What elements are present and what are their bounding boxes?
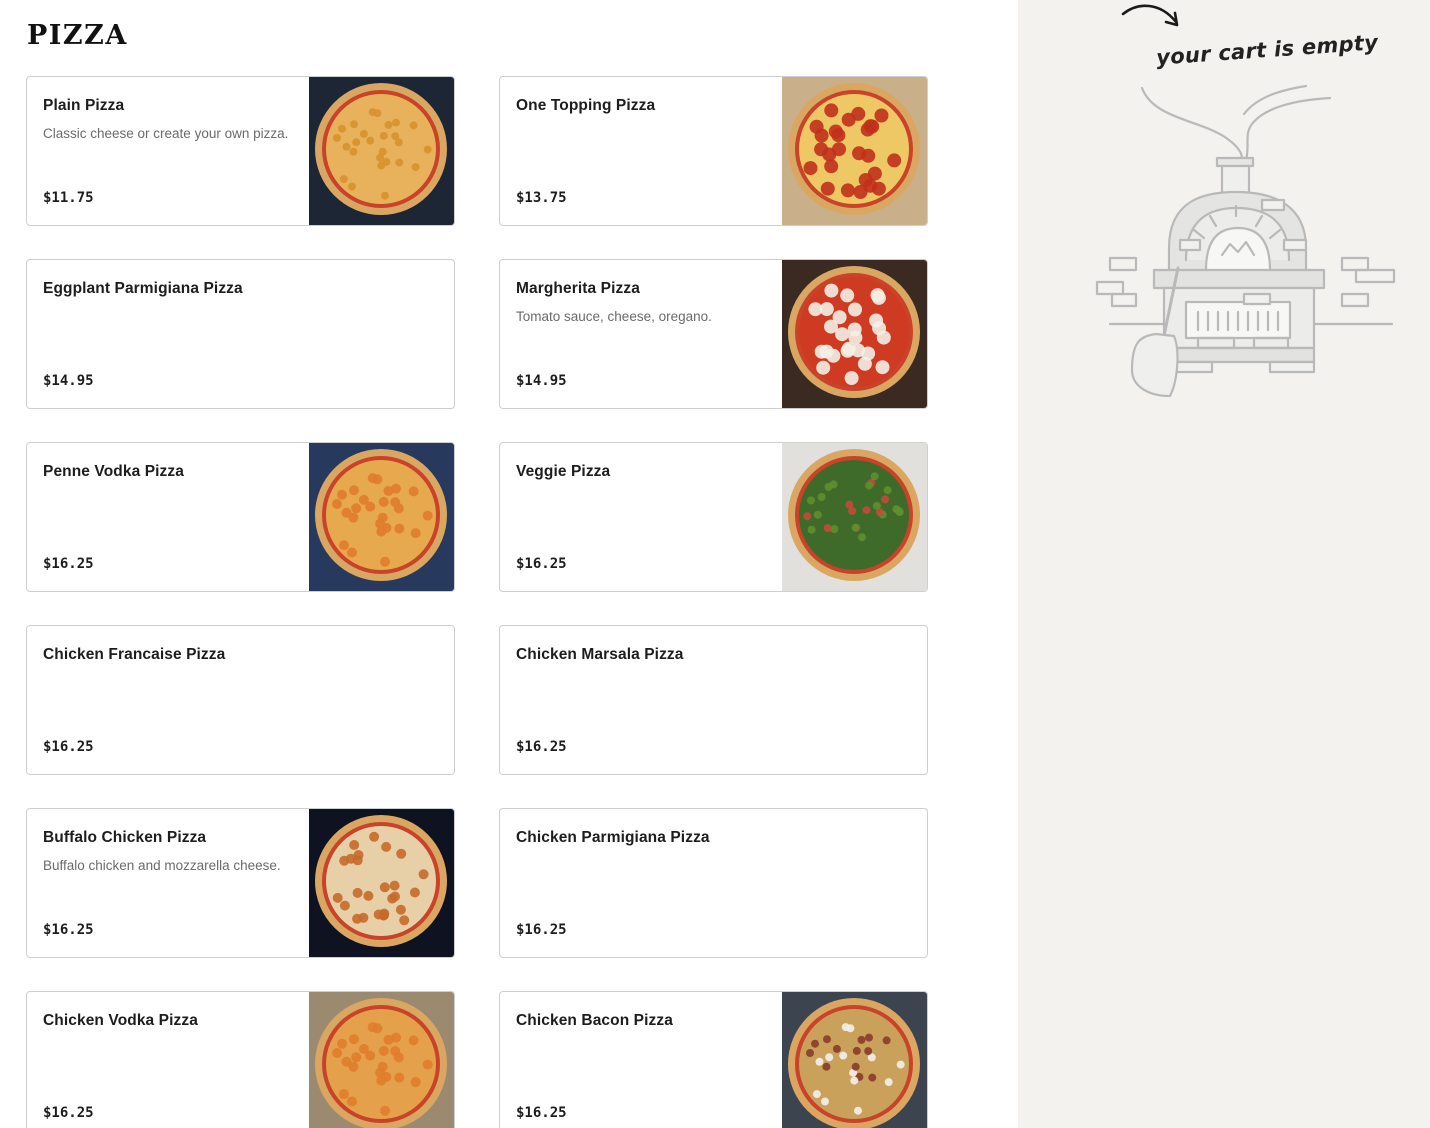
menu-item-name: Chicken Marsala Pizza (516, 646, 684, 663)
menu-item-photo (309, 443, 454, 591)
menu-item-card-buffalo-chicken-pizza[interactable]: Buffalo Chicken Pizza Buffalo chicken and… (26, 808, 455, 958)
menu-item-name: Chicken Francaise Pizza (43, 646, 226, 663)
menu-item-name: Chicken Parmigiana Pizza (516, 829, 710, 846)
menu-item-photo (309, 992, 454, 1128)
menu-item-price: $14.95 (516, 373, 567, 389)
menu-item-name: Chicken Vodka Pizza (43, 1012, 198, 1029)
menu-item-price: $14.95 (43, 373, 94, 389)
menu-grid: Plain Pizza Classic cheese or create your… (26, 76, 928, 1128)
menu-item-name: One Topping Pizza (516, 97, 656, 114)
menu-item-card-chicken-francaise-pizza[interactable]: Chicken Francaise Pizza $16.25 (26, 625, 455, 775)
menu-item-description: Buffalo chicken and mozzarella cheese. (43, 858, 281, 873)
section-title: PIZZA (27, 20, 128, 51)
menu-item-price: $16.25 (516, 922, 567, 938)
menu-item-card-chicken-bacon-pizza[interactable]: Chicken Bacon Pizza $16.25 (499, 991, 928, 1128)
menu-item-name: Eggplant Parmigiana Pizza (43, 280, 243, 297)
menu-item-card-eggplant-parmigiana-pizza[interactable]: Eggplant Parmigiana Pizza $14.95 (26, 259, 455, 409)
menu-item-card-one-topping-pizza[interactable]: One Topping Pizza $13.75 (499, 76, 928, 226)
menu-item-photo (782, 260, 927, 408)
menu-item-card-chicken-parmigiana-pizza[interactable]: Chicken Parmigiana Pizza $16.25 (499, 808, 928, 958)
menu-item-description: Tomato sauce, cheese, oregano. (516, 309, 712, 324)
menu-item-name: Veggie Pizza (516, 463, 611, 480)
pizza-oven-icon (1095, 84, 1396, 398)
menu-item-name: Plain Pizza (43, 97, 125, 114)
menu-item-name: Buffalo Chicken Pizza (43, 829, 207, 846)
menu-item-photo (309, 809, 454, 957)
menu-item-name: Margherita Pizza (516, 280, 640, 297)
menu-section: PIZZA Plain Pizza Classic cheese or creat… (0, 0, 1018, 1128)
menu-item-photo (782, 992, 927, 1128)
menu-item-price: $16.25 (43, 1105, 94, 1121)
menu-item-photo (309, 77, 454, 225)
curved-arrow-icon (1121, 4, 1179, 27)
menu-item-photo (782, 77, 927, 225)
cart-empty-label: your cart is empty (1155, 30, 1379, 70)
menu-item-price: $16.25 (516, 1105, 567, 1121)
menu-item-price: $16.25 (516, 739, 567, 755)
menu-item-price: $13.75 (516, 190, 567, 206)
menu-item-card-plain-pizza[interactable]: Plain Pizza Classic cheese or create your… (26, 76, 455, 226)
menu-item-card-chicken-vodka-pizza[interactable]: Chicken Vodka Pizza $16.25 (26, 991, 455, 1128)
menu-item-price: $16.25 (43, 922, 94, 938)
menu-item-card-margherita-pizza[interactable]: Margherita Pizza Tomato sauce, cheese, or… (499, 259, 928, 409)
menu-item-card-penne-vodka-pizza[interactable]: Penne Vodka Pizza $16.25 (26, 442, 455, 592)
menu-item-photo (782, 443, 927, 591)
menu-item-price: $16.25 (43, 739, 94, 755)
menu-item-price: $16.25 (43, 556, 94, 572)
cart-panel: your cart is empty (1018, 0, 1430, 1128)
menu-item-description: Classic cheese or create your own pizza. (43, 126, 289, 141)
menu-item-price: $16.25 (516, 556, 567, 572)
menu-item-name: Penne Vodka Pizza (43, 463, 184, 480)
menu-item-name: Chicken Bacon Pizza (516, 1012, 673, 1029)
menu-item-price: $11.75 (43, 190, 94, 206)
menu-item-card-chicken-marsala-pizza[interactable]: Chicken Marsala Pizza $16.25 (499, 625, 928, 775)
menu-item-card-veggie-pizza[interactable]: Veggie Pizza $16.25 (499, 442, 928, 592)
